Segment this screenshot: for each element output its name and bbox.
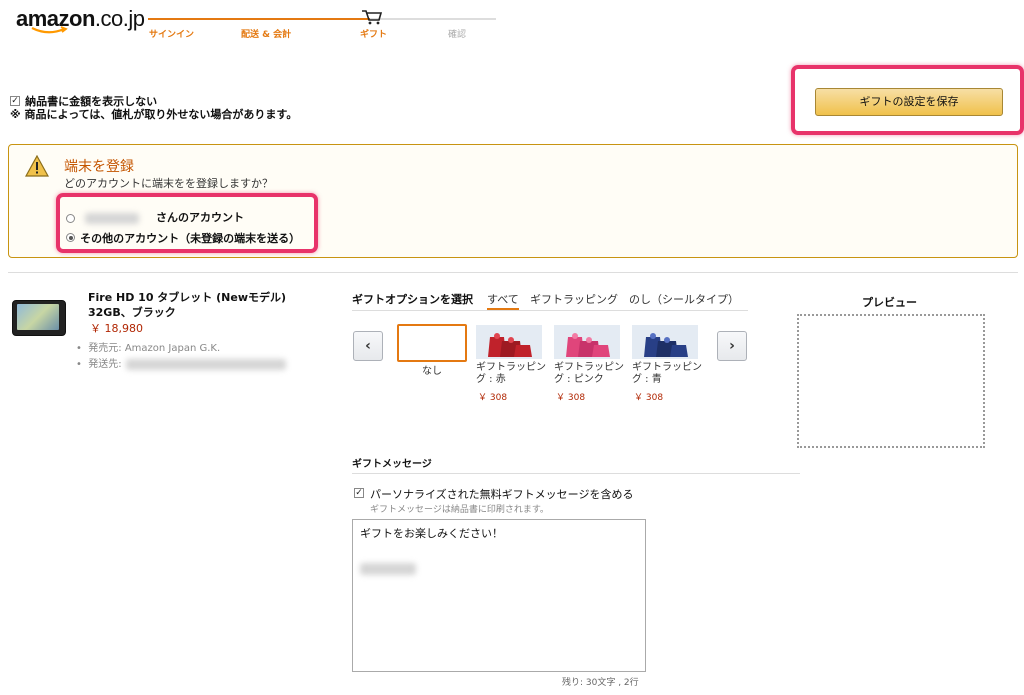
alert-title: 端末を登録 [64, 159, 134, 175]
product-name-line2: 32GB、ブラック [88, 306, 176, 319]
gift-option-red-price: ￥ 308 [478, 393, 508, 403]
gift-option-pink-label: ギフトラッピング : ピンク [554, 362, 624, 385]
step-shipping: 配送 & 会計 [241, 30, 292, 40]
other-account-label: その他のアカウント（未登録の端末を送る） [80, 232, 301, 245]
gift-option-blue-label: ギフトラッピング : 青 [632, 362, 702, 385]
progress-track-done [148, 18, 370, 20]
gift-option-blue-image[interactable] [632, 325, 698, 359]
product-image-screen [17, 304, 59, 330]
remaining-characters: 残り: 30文字 , 2行 [562, 678, 639, 688]
section-divider [8, 272, 1018, 273]
carousel-next-button[interactable]: › [717, 331, 747, 361]
gift-options-label: ギフトオプションを選択 [352, 293, 473, 306]
gift-option-pink-image[interactable] [554, 325, 620, 359]
gift-message-note: ギフトメッセージは納品書に印刷されます。 [370, 505, 549, 515]
gift-option-none[interactable] [397, 324, 467, 362]
gift-option-pink-price: ￥ 308 [556, 393, 586, 403]
gift-option-red-image[interactable] [476, 325, 542, 359]
preview-box [797, 314, 985, 448]
gift-option-blue-price: ￥ 308 [634, 393, 664, 403]
logo-smile-icon [31, 26, 68, 34]
gift-message-text: ギフトをお楽しみください！ [360, 527, 503, 540]
product-seller: • 発売元: Amazon Japan G.K. [76, 343, 221, 354]
hide-amount-checkbox[interactable]: ✓ [10, 95, 20, 106]
preview-title: プレビュー [862, 296, 917, 309]
product-ship-to: • 発送先: [76, 355, 286, 370]
tab-all[interactable]: すべて [487, 291, 519, 310]
gift-options-divider [352, 310, 748, 311]
step-confirm: 確認 [448, 30, 467, 40]
sender-name-redacted [360, 563, 416, 575]
gift-message-title: ギフトメッセージ [352, 459, 432, 470]
tab-noshi[interactable]: のし（シールタイプ） [629, 291, 739, 307]
own-account-label: さんのアカウント [156, 211, 244, 224]
save-gift-settings-button[interactable]: ギフトの設定を保存 [815, 88, 1003, 116]
include-message-checkbox[interactable]: ✓ [354, 488, 364, 498]
gift-bag-red-icon [488, 333, 532, 357]
cart-icon [362, 10, 383, 25]
carousel-prev-button[interactable]: ‹ [353, 331, 383, 361]
price-tag-note: ※ 商品によっては、値札が取り外せない場合があります。 [10, 108, 298, 121]
step-signin: サインイン [149, 30, 195, 40]
account-name-redacted [84, 212, 139, 224]
gift-bag-blue-icon [644, 333, 688, 357]
chevron-left-icon: ‹ [365, 338, 371, 354]
product-name-line1: Fire HD 10 タブレット (Newモデル) [88, 291, 287, 304]
chevron-right-icon: › [729, 338, 735, 354]
gift-bag-pink-icon [566, 333, 610, 357]
radio-other-account[interactable]: その他のアカウント（未登録の端末を送る） [66, 227, 300, 246]
other-account-radio[interactable] [66, 233, 75, 242]
gift-option-none-label: なし [422, 366, 442, 377]
include-message-label[interactable]: パーソナライズされた無料ギフトメッセージを含める [370, 486, 633, 502]
address-redacted [125, 358, 286, 370]
tab-gift-wrapping[interactable]: ギフトラッピング [530, 291, 618, 307]
alert-question: どのアカウントに端末をを登録しますか？ [64, 177, 273, 190]
product-price: ￥ 18,980 [90, 322, 143, 335]
gift-message-divider [352, 473, 800, 474]
step-gift: ギフト [360, 30, 388, 40]
gift-option-red-label: ギフトラッピング : 赤 [476, 362, 546, 385]
radio-own-account[interactable]: さんのアカウント [66, 209, 244, 225]
own-account-radio[interactable] [66, 213, 75, 223]
warning-icon [25, 155, 49, 177]
gift-message-textarea[interactable]: ギフトをお楽しみください！ [352, 519, 646, 672]
